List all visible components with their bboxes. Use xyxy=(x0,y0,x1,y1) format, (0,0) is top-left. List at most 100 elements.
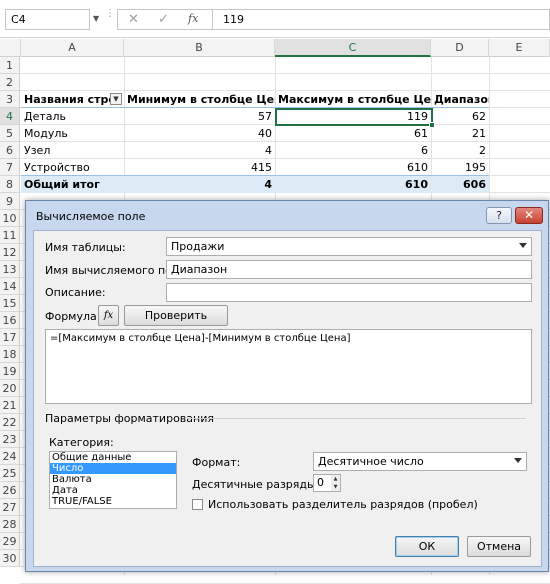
fill-handle[interactable] xyxy=(429,122,435,128)
pivot-total-cell[interactable]: 4 xyxy=(124,176,275,193)
chevron-down-icon xyxy=(514,458,522,463)
pivot-header-max[interactable]: Максимум в столбце Цена xyxy=(275,91,431,108)
cancel-button[interactable]: Отмена xyxy=(467,536,531,557)
table-cell[interactable]: 415 xyxy=(124,159,275,176)
column-header-b[interactable]: B xyxy=(124,39,275,57)
table-cell[interactable]: Деталь xyxy=(21,108,124,125)
row-header[interactable]: 24 xyxy=(0,448,20,465)
table-cell[interactable]: Узел xyxy=(21,142,124,159)
table-cell[interactable]: Устройство xyxy=(21,159,124,176)
format-value: Десятичное число xyxy=(318,455,424,468)
row-header[interactable]: 3 xyxy=(0,91,20,108)
row-header[interactable]: 2 xyxy=(0,74,20,91)
row-header[interactable]: 8 xyxy=(0,176,20,193)
pivot-header-rows[interactable]: Названия строк xyxy=(21,91,111,108)
column-header-e[interactable]: E xyxy=(489,39,550,57)
field-name-input[interactable]: Диапазон xyxy=(166,260,532,279)
decrement-icon[interactable]: ▼ xyxy=(331,483,340,491)
formula-input[interactable]: =[Максимум в столбце Цена]-[Минимум в ст… xyxy=(45,329,532,404)
close-button[interactable]: ✕ xyxy=(515,207,543,224)
pivot-total-cell[interactable]: 606 xyxy=(431,176,489,193)
row-header[interactable]: 19 xyxy=(0,363,20,380)
table-cell[interactable]: 40 xyxy=(124,125,275,142)
list-item[interactable]: TRUE/FALSE xyxy=(50,496,176,507)
row-header[interactable]: 9 xyxy=(0,193,20,210)
row-header[interactable]: 7 xyxy=(0,159,20,176)
dialog-body: Имя таблицы: Продажи Имя вычисляемого по… xyxy=(33,230,542,567)
table-cell[interactable]: 62 xyxy=(431,108,489,125)
row-header[interactable]: 1 xyxy=(0,57,20,74)
gridline xyxy=(20,73,550,74)
pivot-header-range[interactable]: Диапазон xyxy=(431,91,489,108)
check-formula-button[interactable]: Проверить формулу xyxy=(124,305,228,341)
row-header[interactable]: 22 xyxy=(0,414,20,431)
row-header[interactable]: 30 xyxy=(0,550,20,567)
row-header[interactable]: 28 xyxy=(0,516,20,533)
row-header[interactable]: 13 xyxy=(0,261,20,278)
pivot-total-label[interactable]: Общий итог xyxy=(21,176,124,193)
table-cell[interactable]: 2 xyxy=(431,142,489,159)
table-name-label: Имя таблицы: xyxy=(45,241,126,254)
format-dropdown[interactable]: Десятичное число xyxy=(313,452,527,471)
formula-input[interactable]: 119 xyxy=(212,9,550,30)
list-item[interactable]: Валюта xyxy=(50,474,176,485)
formula-bar: C4 ▼ ⋮ ✕ ✓ fx 119 xyxy=(0,0,550,38)
name-box-dropdown-icon[interactable]: ▼ xyxy=(93,14,99,23)
name-box[interactable]: C4 xyxy=(5,9,90,30)
row-header[interactable]: 17 xyxy=(0,329,20,346)
list-item-selected[interactable]: Число xyxy=(50,463,176,474)
row-header[interactable]: 23 xyxy=(0,431,20,448)
grip-icon[interactable]: ⋮ xyxy=(105,9,115,29)
table-cell[interactable]: 61 xyxy=(275,125,431,142)
list-item[interactable]: Дата xyxy=(50,485,176,496)
column-header-d[interactable]: D xyxy=(431,39,489,57)
row-header[interactable]: 5 xyxy=(0,125,20,142)
row-header[interactable]: 20 xyxy=(0,380,20,397)
table-cell[interactable]: 610 xyxy=(275,159,431,176)
table-name-dropdown[interactable]: Продажи xyxy=(166,237,532,256)
select-all-corner[interactable] xyxy=(0,39,21,57)
row-header[interactable]: 4 xyxy=(0,108,20,125)
table-cell[interactable]: 4 xyxy=(124,142,275,159)
insert-function-icon[interactable]: fx xyxy=(188,12,198,25)
table-cell[interactable]: Модуль xyxy=(21,125,124,142)
row-header[interactable]: 6 xyxy=(0,142,20,159)
row-header[interactable]: 29 xyxy=(0,533,20,550)
table-cell[interactable]: 6 xyxy=(275,142,431,159)
calculated-field-dialog: Вычисляемое поле ? ✕ Имя таблицы: Продаж… xyxy=(25,200,549,572)
row-header[interactable]: 18 xyxy=(0,346,20,363)
table-cell[interactable]: 21 xyxy=(431,125,489,142)
row-header[interactable]: 10 xyxy=(0,210,20,227)
category-label: Категория: xyxy=(49,436,114,449)
table-cell[interactable]: 195 xyxy=(431,159,489,176)
row-header[interactable]: 12 xyxy=(0,244,20,261)
row-header[interactable]: 15 xyxy=(0,295,20,312)
row-header[interactable]: 27 xyxy=(0,499,20,516)
pivot-total-cell[interactable]: 610 xyxy=(275,176,431,193)
filter-dropdown-icon[interactable]: ▼ xyxy=(110,93,122,105)
row-header[interactable]: 16 xyxy=(0,312,20,329)
cancel-icon[interactable]: ✕ xyxy=(128,12,139,27)
category-list[interactable]: Общие данные Число Валюта Дата TRUE/FALS… xyxy=(49,451,177,509)
description-label: Описание: xyxy=(45,286,106,299)
decimals-stepper[interactable]: 0 ▲ ▼ xyxy=(313,474,341,492)
ok-button[interactable]: ОК xyxy=(395,536,459,557)
row-header[interactable]: 26 xyxy=(0,482,20,499)
column-header-c[interactable]: C xyxy=(275,39,431,57)
list-item[interactable]: Общие данные xyxy=(50,452,176,463)
dialog-title: Вычисляемое поле xyxy=(36,210,146,223)
pivot-header-min[interactable]: Минимум в столбце Цена xyxy=(124,91,275,108)
row-header[interactable]: 11 xyxy=(0,227,20,244)
help-button[interactable]: ? xyxy=(486,207,512,224)
enter-icon[interactable]: ✓ xyxy=(158,12,169,27)
insert-function-button[interactable]: fx xyxy=(98,305,119,326)
row-header[interactable]: 21 xyxy=(0,397,20,414)
separator-checkbox[interactable] xyxy=(192,499,203,510)
row-header[interactable]: 14 xyxy=(0,278,20,295)
description-input[interactable] xyxy=(166,283,532,302)
table-cell[interactable]: 57 xyxy=(124,108,275,125)
row-header[interactable]: 25 xyxy=(0,465,20,482)
column-header-a[interactable]: A xyxy=(21,39,124,57)
increment-icon[interactable]: ▲ xyxy=(331,475,340,483)
formula-label: Формула: xyxy=(45,310,101,323)
